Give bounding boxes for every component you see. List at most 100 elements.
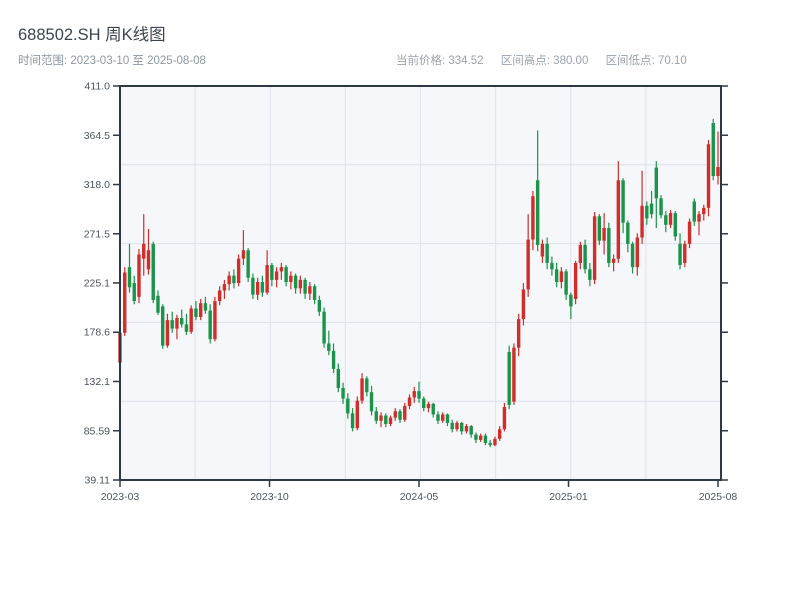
candle-body-down bbox=[431, 403, 435, 415]
y-axis-tick-label: 178.6 bbox=[84, 327, 110, 339]
candle-body-down bbox=[649, 203, 654, 215]
candle-body-down bbox=[474, 434, 478, 440]
candle-body-down bbox=[664, 215, 668, 225]
candle-body-down bbox=[417, 391, 421, 399]
candle-body-up bbox=[274, 271, 279, 280]
candle-body-down bbox=[588, 269, 592, 280]
candle-body-up bbox=[602, 227, 606, 241]
candle-body-down bbox=[374, 411, 378, 421]
candle-body-up bbox=[308, 286, 312, 294]
price-stats: 当前价格334.52 区间高点380.00 区间低点70.10 bbox=[396, 52, 701, 68]
candle-body-down bbox=[621, 180, 625, 223]
candle-body-up bbox=[516, 319, 521, 348]
candle-body-up bbox=[407, 397, 412, 406]
candle-body-up bbox=[217, 290, 222, 302]
candle-body-down bbox=[156, 295, 160, 313]
candle-body-up bbox=[189, 308, 193, 332]
candle-body-down bbox=[317, 300, 322, 312]
candle-body-down bbox=[645, 205, 649, 219]
candle-body-up bbox=[123, 272, 127, 333]
x-axis-tick-label: 2024-05 bbox=[400, 491, 439, 503]
candle-body-up bbox=[360, 378, 364, 401]
candle-body-up bbox=[355, 400, 360, 429]
candle-body-down bbox=[151, 243, 155, 301]
x-axis-tick-label: 2025-08 bbox=[699, 491, 738, 503]
candle-body-down bbox=[692, 201, 696, 222]
candle-body-down bbox=[626, 222, 630, 244]
date-range-label: 时间范围: 2023-03-10 至 2025-08-08 bbox=[18, 55, 206, 67]
candle-body-down bbox=[711, 123, 715, 177]
candle-body-down bbox=[203, 303, 208, 311]
page-title: 688502.SH 周K线图 bbox=[18, 26, 166, 44]
candle-body-down bbox=[554, 269, 559, 282]
x-axis-tick-label: 2023-03 bbox=[101, 491, 140, 503]
range-high-label: 区间高点 bbox=[501, 55, 553, 67]
candle-body-down bbox=[232, 275, 236, 284]
candle-body-up bbox=[227, 275, 231, 285]
candle-body-down bbox=[564, 271, 568, 295]
candle-body-down bbox=[384, 415, 388, 424]
candle-body-up bbox=[716, 167, 720, 177]
candle-body-up bbox=[578, 244, 583, 263]
candle-body-down bbox=[346, 398, 350, 414]
candle-body-up bbox=[379, 415, 383, 421]
candle-body-up bbox=[142, 243, 146, 259]
candle-body-down bbox=[597, 216, 602, 241]
candle-body-down bbox=[436, 414, 440, 421]
candle-body-up bbox=[559, 271, 564, 282]
candle-body-up bbox=[706, 144, 711, 208]
candle-body-down bbox=[673, 213, 677, 237]
candle-body-down bbox=[194, 308, 198, 317]
candle-body-up bbox=[640, 205, 644, 238]
current-price-value: 334.52 bbox=[448, 55, 484, 67]
y-axis-tick-label: 318.0 bbox=[84, 179, 110, 191]
kline-window: 688502.SH 周K线图 时间范围: 2023-03-10 至 2025-0… bbox=[0, 0, 800, 600]
candle-body-down bbox=[545, 243, 549, 263]
y-axis-tick-label: 85.59 bbox=[84, 425, 110, 437]
candle-body-down bbox=[246, 250, 250, 278]
candle-body-down bbox=[336, 368, 341, 388]
candle-body-up bbox=[526, 239, 530, 290]
candle-body-down bbox=[483, 435, 488, 444]
candle-body-down bbox=[251, 277, 255, 295]
candle-body-up bbox=[502, 407, 507, 430]
candle-body-up bbox=[464, 426, 469, 432]
x-axis-tick-label: 2023-10 bbox=[250, 491, 289, 503]
candle-body-up bbox=[213, 301, 217, 340]
candle-body-down bbox=[445, 414, 450, 423]
candle-body-down bbox=[659, 198, 663, 216]
candle-body-down bbox=[260, 281, 265, 293]
candle-body-down bbox=[303, 279, 307, 294]
candle-body-down bbox=[507, 351, 511, 405]
candle-body-up bbox=[236, 258, 241, 284]
candle-body-down bbox=[341, 387, 345, 399]
candle-body-down bbox=[569, 294, 573, 307]
candle-body-down bbox=[293, 275, 298, 289]
candle-body-up bbox=[493, 438, 497, 446]
current-price-label: 当前价格 bbox=[396, 55, 448, 67]
y-axis-tick-label: 271.5 bbox=[84, 228, 110, 240]
candle-body-down bbox=[270, 265, 274, 280]
candle-body-down bbox=[398, 411, 402, 420]
candle-body-up bbox=[165, 320, 170, 346]
y-axis-tick-label: 364.5 bbox=[84, 130, 110, 142]
range-low-stat: 区间低点70.10 bbox=[606, 55, 687, 67]
candle-body-up bbox=[241, 250, 246, 259]
candle-body-down bbox=[630, 243, 635, 268]
candle-body-up bbox=[616, 180, 621, 259]
candle-body-up bbox=[265, 265, 269, 293]
candle-body-down bbox=[327, 343, 331, 351]
candle-body-down bbox=[469, 426, 473, 435]
candle-body-up bbox=[697, 214, 701, 222]
candle-body-down bbox=[350, 413, 355, 429]
candle-body-down bbox=[179, 318, 184, 325]
candle-body-up bbox=[702, 207, 706, 215]
candle-body-down bbox=[132, 283, 136, 302]
candle-body-up bbox=[441, 414, 445, 421]
y-axis-tick-label: 411.0 bbox=[85, 81, 111, 93]
candle-body-down bbox=[607, 227, 611, 263]
candle-body-down bbox=[369, 392, 374, 412]
candle-body-up bbox=[687, 221, 692, 244]
range-low-value: 70.10 bbox=[657, 55, 687, 67]
range-high-stat: 区间高点380.00 bbox=[501, 55, 589, 67]
